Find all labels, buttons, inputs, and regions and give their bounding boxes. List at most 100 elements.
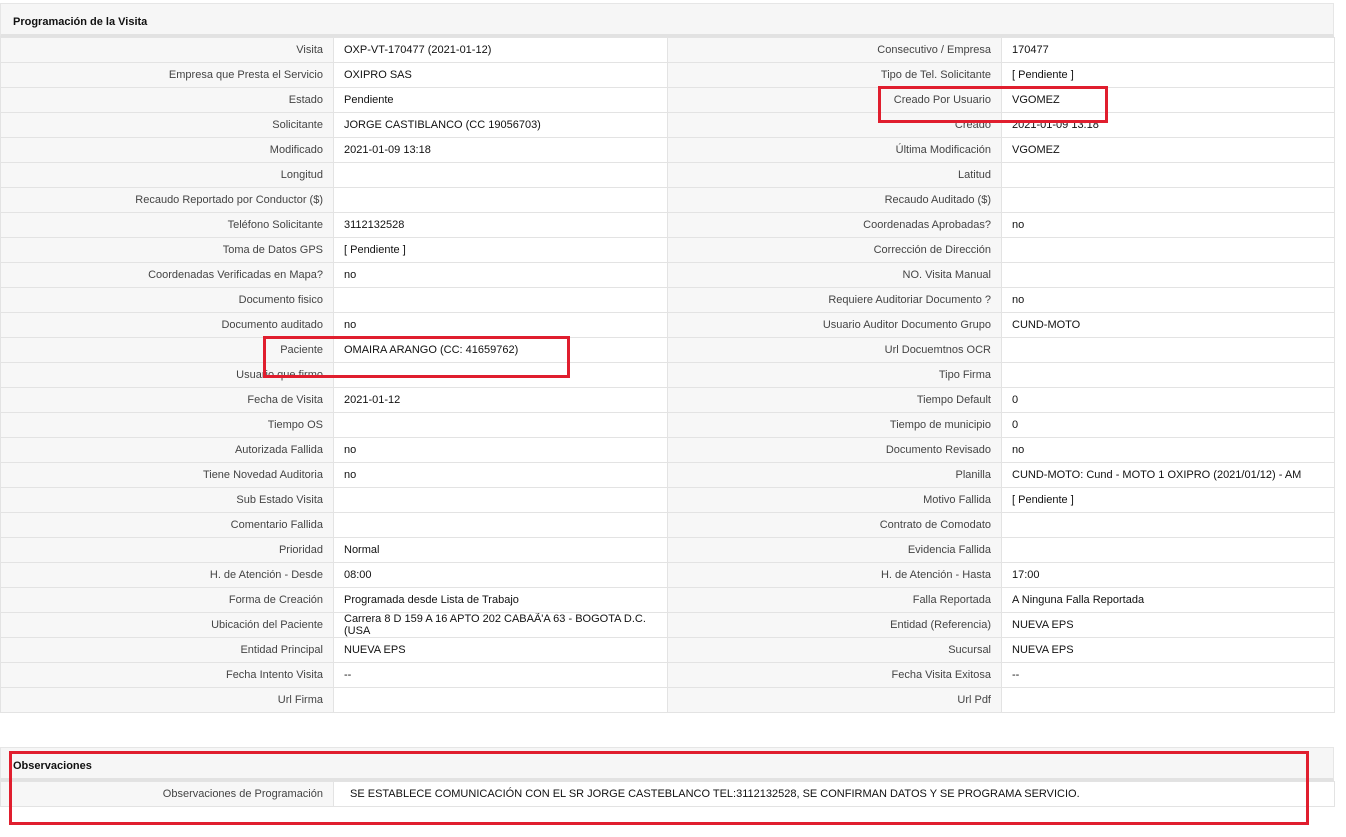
field-label: Consecutivo / Empresa — [667, 37, 1002, 63]
field-value — [1001, 162, 1335, 188]
field-label: H. de Atención - Desde — [0, 562, 334, 588]
field-label: Latitud — [667, 162, 1002, 188]
panel-title: Programación de la Visita — [0, 3, 1334, 37]
field-value — [1001, 687, 1335, 713]
field-label: Evidencia Fallida — [667, 537, 1002, 563]
field-label: Tipo de Tel. Solicitante — [667, 62, 1002, 88]
field-value: Programada desde Lista de Trabajo — [333, 587, 668, 613]
programacion-panel: Programación de la Visita Visita OXP-VT-1… — [0, 3, 1335, 713]
field-label: Documento fisico — [0, 287, 334, 313]
field-value — [333, 512, 668, 538]
field-label: Url Firma — [0, 687, 334, 713]
field-value: no — [1001, 212, 1335, 238]
table-row: H. de Atención - Desde 08:00 H. de Atenció… — [0, 562, 1335, 588]
field-value — [333, 412, 668, 438]
field-value: -- — [1001, 662, 1335, 688]
field-label: Empresa que Presta el Servicio — [0, 62, 334, 88]
field-value: 2021-01-09 13:18 — [1001, 112, 1335, 138]
field-value: 17:00 — [1001, 562, 1335, 588]
table-row: Modificado 2021-01-09 13:18 Última Modific… — [0, 137, 1335, 163]
field-value — [1001, 337, 1335, 363]
field-value: no — [333, 312, 668, 338]
field-label: Ubicación del Paciente — [0, 612, 334, 638]
field-value: Pendiente — [333, 87, 668, 113]
field-value: [ Pendiente ] — [333, 237, 668, 263]
field-label: Solicitante — [0, 112, 334, 138]
field-value — [1001, 262, 1335, 288]
field-label: Tiene Novedad Auditoria — [0, 462, 334, 488]
field-value: OMAIRA ARANGO (CC: 41659762) — [333, 337, 668, 363]
field-label: Requiere Auditoriar Documento ? — [667, 287, 1002, 313]
field-label: Modificado — [0, 137, 334, 163]
field-value: Carrera 8 D 159 A 16 APTO 202 CABAÃ'A 63… — [333, 612, 668, 638]
field-value: NUEVA EPS — [1001, 612, 1335, 638]
visit-details-table: Visita OXP-VT-170477 (2021-01-12) Consecut… — [0, 37, 1335, 713]
observaciones-table: Observaciones de Programación SE ESTABLE… — [0, 781, 1335, 807]
field-label: Entidad Principal — [0, 637, 334, 663]
field-value: no — [1001, 437, 1335, 463]
field-value — [333, 287, 668, 313]
field-label: Sub Estado Visita — [0, 487, 334, 513]
field-value: OXIPRO SAS — [333, 62, 668, 88]
field-value — [1001, 187, 1335, 213]
field-value: VGOMEZ — [1001, 137, 1335, 163]
field-label: Forma de Creación — [0, 587, 334, 613]
field-value: NUEVA EPS — [333, 637, 668, 663]
field-label: Última Modificación — [667, 137, 1002, 163]
table-row: Documento fisico Requiere Auditoriar Docu… — [0, 287, 1335, 313]
table-row: Teléfono Solicitante 3112132528 Coordenada… — [0, 212, 1335, 238]
field-label: H. de Atención - Hasta — [667, 562, 1002, 588]
table-row: Visita OXP-VT-170477 (2021-01-12) Consecut… — [0, 37, 1335, 63]
field-label: Motivo Fallida — [667, 487, 1002, 513]
field-label: Autorizada Fallida — [0, 437, 334, 463]
field-value: 170477 — [1001, 37, 1335, 63]
field-value — [1001, 362, 1335, 388]
field-label: Contrato de Comodato — [667, 512, 1002, 538]
field-value: [ Pendiente ] — [1001, 62, 1335, 88]
field-value: Normal — [333, 537, 668, 563]
field-value: no — [1001, 287, 1335, 313]
field-value: CUND-MOTO: Cund - MOTO 1 OXIPRO (2021/01… — [1001, 462, 1335, 488]
field-value — [333, 487, 668, 513]
field-label: Url Pdf — [667, 687, 1002, 713]
field-label: Sucursal — [667, 637, 1002, 663]
observaciones-panel: Observaciones Observaciones de Programac… — [0, 747, 1335, 807]
field-label: Fecha Visita Exitosa — [667, 662, 1002, 688]
field-label: Estado — [0, 87, 334, 113]
table-row: Fecha de Visita 2021-01-12 Tiempo Default… — [0, 387, 1335, 413]
field-value — [1001, 537, 1335, 563]
field-label: Planilla — [667, 462, 1002, 488]
field-label: Tiempo de municipio — [667, 412, 1002, 438]
field-label: Longitud — [0, 162, 334, 188]
table-row: Tiempo OS Tiempo de municipio 0 — [0, 412, 1335, 438]
table-row: Entidad Principal NUEVA EPS Sucursal NUEVA … — [0, 637, 1335, 663]
table-row: Autorizada Fallida no Documento Revisado … — [0, 437, 1335, 463]
table-row: Paciente OMAIRA ARANGO (CC: 41659762) Url … — [0, 337, 1335, 363]
table-row: Usuario que firmo Tipo Firma — [0, 362, 1335, 388]
table-row: Recaudo Reportado por Conductor ($) Recau… — [0, 187, 1335, 213]
field-value — [1001, 512, 1335, 538]
field-label: Prioridad — [0, 537, 334, 563]
field-label: Corrección de Dirección — [667, 237, 1002, 263]
field-value: [ Pendiente ] — [1001, 487, 1335, 513]
field-label: Teléfono Solicitante — [0, 212, 334, 238]
field-value — [333, 362, 668, 388]
field-value: NUEVA EPS — [1001, 637, 1335, 663]
field-value: JORGE CASTIBLANCO (CC 19056703) — [333, 112, 668, 138]
field-label: Coordenadas Verificadas en Mapa? — [0, 262, 334, 288]
field-value: -- — [333, 662, 668, 688]
field-label: Usuario que firmo — [0, 362, 334, 388]
field-value: 2021-01-09 13:18 — [333, 137, 668, 163]
field-label: Fecha Intento Visita — [0, 662, 334, 688]
field-label: Tiempo OS — [0, 412, 334, 438]
field-value: 08:00 — [333, 562, 668, 588]
table-row: Comentario Fallida Contrato de Comodato — [0, 512, 1335, 538]
field-label: Creado Por Usuario — [667, 87, 1002, 113]
table-row: Fecha Intento Visita -- Fecha Visita Exit… — [0, 662, 1335, 688]
field-label: Url Docuemtnos OCR — [667, 337, 1002, 363]
field-value — [333, 162, 668, 188]
table-row: Forma de Creación Programada desde Lista … — [0, 587, 1335, 613]
field-value: A Ninguna Falla Reportada — [1001, 587, 1335, 613]
field-label: Recaudo Auditado ($) — [667, 187, 1002, 213]
panel-title-observaciones: Observaciones — [0, 747, 1334, 781]
